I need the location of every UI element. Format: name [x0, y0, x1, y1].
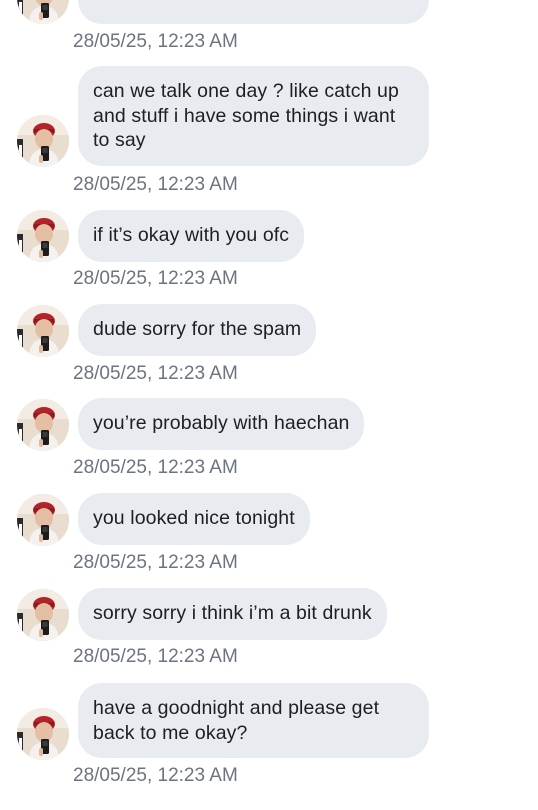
avatar-photo-icon [17, 399, 69, 451]
avatar-photo-icon [17, 708, 69, 760]
message-timestamp: 28/05/25, 12:23 AM [73, 268, 238, 289]
avatar-photo-icon [17, 0, 69, 24]
avatar-photo-icon [17, 305, 69, 357]
message-text: dude sorry for the spam [93, 318, 302, 340]
message-timestamp: 28/05/25, 12:23 AM [73, 457, 238, 478]
message-bubble[interactable]: can we talk one day ? like catch up and … [78, 66, 429, 166]
sender-avatar[interactable] [17, 210, 69, 262]
message-timestamp: 28/05/25, 12:23 AM [73, 31, 238, 52]
sender-avatar[interactable] [17, 399, 69, 451]
message-bubble[interactable] [78, 0, 429, 24]
sender-avatar[interactable] [17, 589, 69, 641]
message-timestamp: 28/05/25, 12:23 AM [73, 646, 238, 667]
message-text: can we talk one day ? like catch up and … [93, 80, 399, 151]
message-timestamp: 28/05/25, 12:23 AM [73, 765, 238, 786]
message-bubble[interactable]: you looked nice tonight [78, 493, 310, 545]
message-timestamp: 28/05/25, 12:23 AM [73, 363, 238, 384]
message-text: you looked nice tonight [93, 507, 295, 529]
message-thread: 28/05/25, 12:23 AM can we talk one day ?… [0, 0, 538, 810]
message-bubble[interactable]: if it’s okay with you ofc [78, 210, 305, 262]
avatar-photo-icon [17, 589, 69, 641]
message-text: if it’s okay with you ofc [93, 224, 290, 246]
message-bubble[interactable]: you’re probably with haechan [78, 398, 365, 450]
message-text: have a goodnight and please get back to … [93, 697, 380, 744]
sender-avatar[interactable] [17, 115, 69, 167]
sender-avatar[interactable] [17, 305, 69, 357]
message-bubble[interactable]: have a goodnight and please get back to … [78, 683, 429, 758]
message-bubble[interactable]: dude sorry for the spam [78, 304, 317, 356]
message-timestamp: 28/05/25, 12:23 AM [73, 174, 238, 195]
avatar-photo-icon [17, 115, 69, 167]
avatar-photo-icon [17, 494, 69, 546]
avatar-photo-icon [17, 210, 69, 262]
message-bubble[interactable]: sorry sorry i think i’m a bit drunk [78, 588, 387, 640]
sender-avatar[interactable] [17, 0, 69, 24]
sender-avatar[interactable] [17, 708, 69, 760]
message-text: you’re probably with haechan [93, 412, 350, 434]
message-text: sorry sorry i think i’m a bit drunk [93, 602, 372, 624]
message-timestamp: 28/05/25, 12:23 AM [73, 552, 238, 573]
sender-avatar[interactable] [17, 494, 69, 546]
